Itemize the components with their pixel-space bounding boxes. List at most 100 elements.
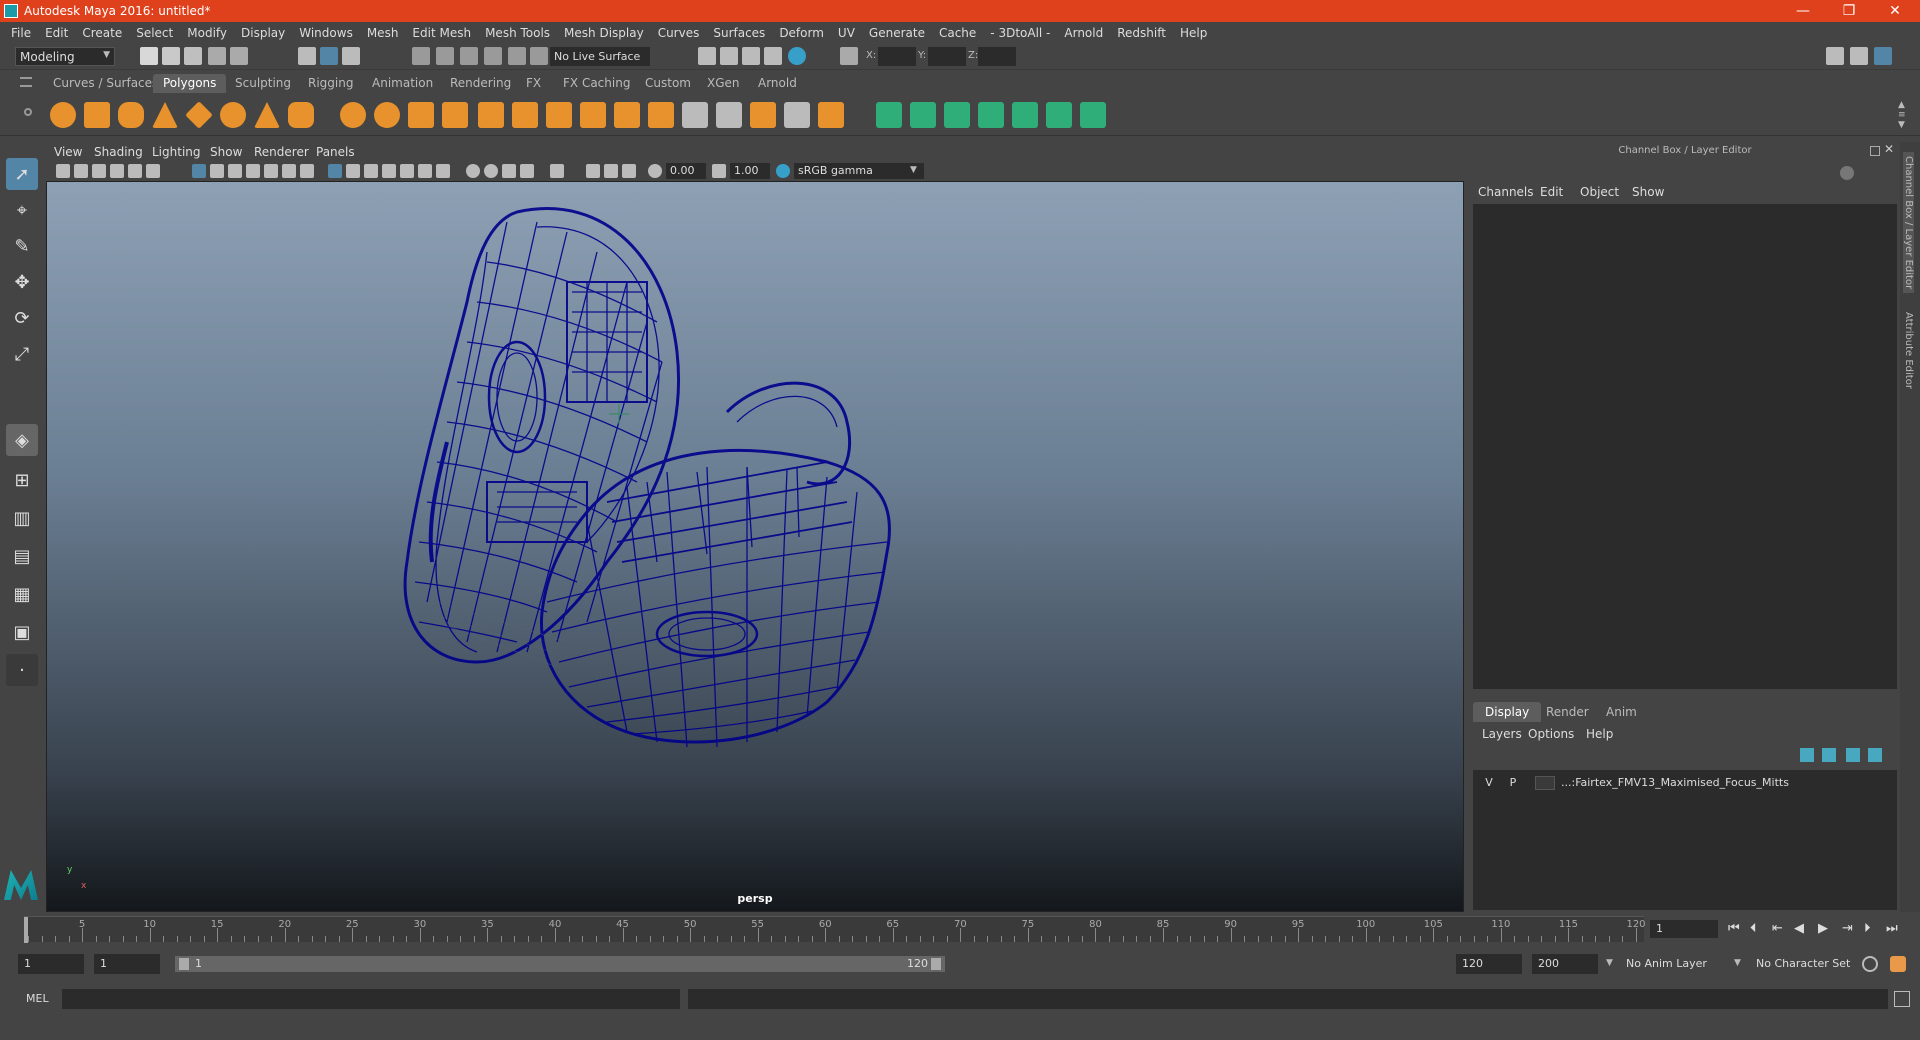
y-field[interactable] bbox=[928, 47, 966, 66]
poly-pyramid-icon[interactable] bbox=[254, 102, 280, 128]
extract-icon[interactable] bbox=[408, 102, 434, 128]
move-layer-down-icon[interactable] bbox=[1822, 748, 1836, 762]
range-bar[interactable]: 1 120 bbox=[175, 956, 945, 972]
screen-space-ao-icon[interactable] bbox=[466, 164, 480, 178]
step-forward-key-icon[interactable]: ⇥ bbox=[1842, 921, 1853, 936]
play-forward-icon[interactable]: ▶ bbox=[1818, 921, 1828, 936]
wireframe-icon[interactable] bbox=[328, 164, 342, 178]
select-component-icon[interactable] bbox=[342, 47, 360, 65]
snap-view-plane-icon[interactable] bbox=[484, 47, 502, 65]
x-field[interactable] bbox=[878, 47, 916, 66]
redo-icon[interactable] bbox=[230, 47, 248, 65]
tab-render[interactable]: Render bbox=[1534, 702, 1601, 722]
bool-union-icon[interactable] bbox=[614, 102, 640, 128]
menu-arnold[interactable]: Arnold bbox=[1057, 26, 1110, 40]
command-language-label[interactable]: MEL bbox=[26, 992, 49, 1005]
layer-color-swatch[interactable] bbox=[1535, 776, 1555, 790]
cb-menu-show[interactable]: Show bbox=[1632, 185, 1664, 199]
play-backward-icon[interactable]: ◀ bbox=[1794, 921, 1804, 936]
panel-menu-shading[interactable]: Shading bbox=[94, 145, 143, 159]
transform-mode-icon[interactable] bbox=[840, 47, 858, 65]
range-start-handle[interactable] bbox=[179, 958, 189, 970]
undo-icon[interactable] bbox=[208, 47, 226, 65]
script-editor-icon[interactable] bbox=[1894, 991, 1910, 1007]
snap-vertex-icon[interactable] bbox=[530, 47, 548, 65]
resolution-gate-icon[interactable] bbox=[228, 164, 242, 178]
panel-menu-show[interactable]: Show bbox=[210, 145, 242, 159]
render-view-icon[interactable] bbox=[698, 47, 716, 65]
poly-plane-icon[interactable] bbox=[185, 101, 213, 129]
quad-draw-icon[interactable] bbox=[818, 102, 844, 128]
shelf-menu-icon[interactable] bbox=[20, 77, 32, 87]
tab-animation[interactable]: Animation bbox=[362, 74, 443, 93]
scale-tool-icon[interactable]: ⤢ bbox=[6, 338, 38, 370]
tab-arnold[interactable]: Arnold bbox=[748, 74, 807, 93]
render-frame-icon[interactable] bbox=[720, 47, 738, 65]
use-default-material-icon[interactable] bbox=[364, 164, 378, 178]
perspective-viewport[interactable]: y x persp bbox=[46, 181, 1464, 912]
image-plane-icon[interactable] bbox=[110, 164, 124, 178]
safe-action-icon[interactable] bbox=[282, 164, 296, 178]
new-layer-from-selected-icon[interactable] bbox=[1868, 748, 1882, 762]
z-field[interactable] bbox=[978, 47, 1016, 66]
go-to-start-icon[interactable]: ⏮ bbox=[1728, 921, 1740, 936]
menu-curves[interactable]: Curves bbox=[651, 26, 707, 40]
anim-layer-select[interactable]: No Anim Layer bbox=[1622, 954, 1744, 974]
smooth-shade-icon[interactable] bbox=[346, 164, 360, 178]
menu-mesh[interactable]: Mesh bbox=[360, 26, 406, 40]
start-time-field[interactable]: 1 bbox=[18, 954, 84, 974]
anim-layer-dropdown-icon[interactable]: ▼ bbox=[1734, 958, 1741, 968]
step-forward-frame-icon[interactable]: ⏵ bbox=[1864, 921, 1871, 936]
menu-file[interactable]: File bbox=[4, 26, 38, 40]
isolate-select-icon[interactable] bbox=[550, 164, 564, 178]
exposure-field[interactable]: 0.00 bbox=[666, 163, 706, 179]
shelf-gear-icon[interactable] bbox=[24, 108, 32, 116]
poly-cube-icon[interactable] bbox=[84, 102, 110, 128]
range-end-handle[interactable] bbox=[931, 958, 941, 970]
snap-point-icon[interactable] bbox=[460, 47, 478, 65]
film-gate-icon[interactable] bbox=[210, 164, 224, 178]
menu-deform[interactable]: Deform bbox=[772, 26, 831, 40]
uv-editor-icon[interactable] bbox=[1012, 102, 1038, 128]
insert-edge-loop-icon[interactable] bbox=[784, 102, 810, 128]
snap-grid-icon[interactable] bbox=[412, 47, 430, 65]
multisample-aa-icon[interactable] bbox=[502, 164, 516, 178]
le-menu-help[interactable]: Help bbox=[1586, 727, 1613, 741]
shelf-scroll-icon[interactable]: ▲ ≡ ▼ bbox=[1898, 100, 1906, 130]
current-frame-field[interactable]: 1 bbox=[1650, 920, 1718, 938]
menu-surfaces[interactable]: Surfaces bbox=[706, 26, 772, 40]
playback-start-field[interactable]: 1 bbox=[94, 954, 160, 974]
hypershade-icon[interactable] bbox=[788, 47, 806, 65]
step-back-key-icon[interactable]: ⇤ bbox=[1772, 921, 1783, 936]
close-button[interactable]: ✕ bbox=[1872, 0, 1918, 22]
field-chart-icon[interactable] bbox=[264, 164, 278, 178]
float-panel-icon[interactable] bbox=[1870, 146, 1880, 156]
gate-mask-icon[interactable] bbox=[246, 164, 260, 178]
cb-menu-object[interactable]: Object bbox=[1580, 185, 1619, 199]
target-weld-icon[interactable] bbox=[682, 102, 708, 128]
command-input[interactable] bbox=[62, 989, 680, 1009]
poly-cone-icon[interactable] bbox=[152, 102, 178, 128]
uv-unfold-icon[interactable] bbox=[1080, 102, 1106, 128]
layer-row[interactable]: V P ...:Fairtex_FMV13_Maximised_Focus_Mi… bbox=[1477, 774, 1891, 792]
mirror-icon[interactable] bbox=[750, 102, 776, 128]
persp-graph-icon[interactable]: ▤ bbox=[6, 540, 38, 572]
end-time-dropdown-icon[interactable]: ▼ bbox=[1606, 958, 1613, 968]
cb-menu-channels[interactable]: Channels bbox=[1478, 185, 1534, 199]
tab-display[interactable]: Display bbox=[1473, 702, 1542, 722]
time-slider-track[interactable]: 5 10 15 20 25 30 35 40 45 50 55 60 65 70 75 80 85 90 95 100… bbox=[24, 916, 1646, 943]
xray-icon[interactable] bbox=[586, 164, 600, 178]
gamma-field[interactable]: 1.00 bbox=[730, 163, 770, 179]
attribute-editor-toggle-icon[interactable] bbox=[1850, 47, 1868, 65]
menu-display[interactable]: Display bbox=[234, 26, 292, 40]
poly-cylinder-icon[interactable] bbox=[118, 102, 144, 128]
lasso-tool-icon[interactable]: ⌖ bbox=[6, 194, 38, 226]
tab-custom[interactable]: Custom bbox=[635, 74, 701, 93]
playback-end-field[interactable]: 120 bbox=[1456, 954, 1522, 974]
outliner-layout-icon[interactable]: ▦ bbox=[6, 578, 38, 610]
color-space-select[interactable]: sRGB gamma bbox=[794, 163, 924, 179]
menu-uv[interactable]: UV bbox=[831, 26, 862, 40]
poly-pipe-icon[interactable] bbox=[288, 102, 314, 128]
step-back-frame-icon[interactable]: ⏴ bbox=[1750, 921, 1757, 936]
move-layer-up-icon[interactable] bbox=[1800, 748, 1814, 762]
